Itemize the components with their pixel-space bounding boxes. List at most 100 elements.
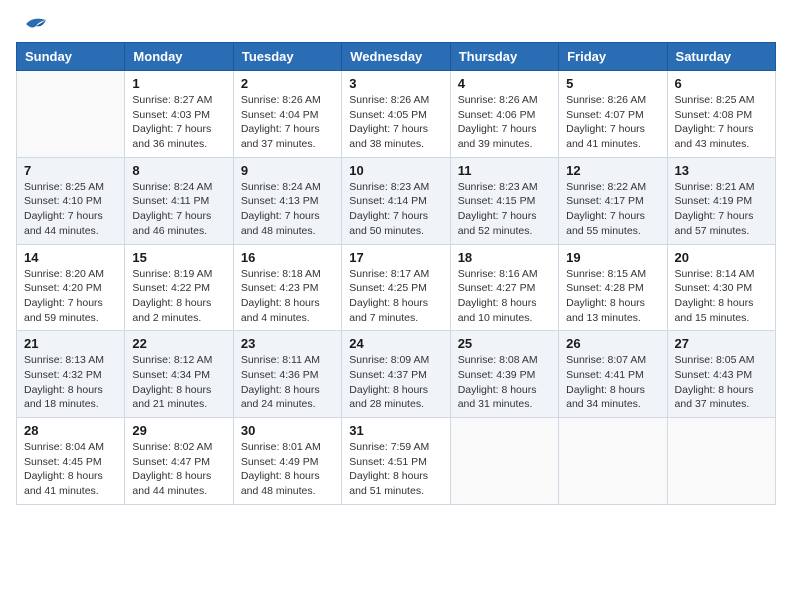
day-number: 5 (566, 76, 659, 91)
calendar-cell: 6 Sunrise: 8:25 AM Sunset: 4:08 PM Daylig… (667, 71, 775, 158)
day-info: Sunrise: 8:25 AM Sunset: 4:10 PM Dayligh… (24, 180, 117, 239)
day-number: 16 (241, 250, 334, 265)
day-number: 11 (458, 163, 551, 178)
calendar-cell: 26 Sunrise: 8:07 AM Sunset: 4:41 PM Dayli… (559, 331, 667, 418)
calendar-cell: 28 Sunrise: 8:04 AM Sunset: 4:45 PM Dayli… (17, 418, 125, 505)
day-info: Sunrise: 8:25 AM Sunset: 4:08 PM Dayligh… (675, 93, 768, 152)
day-info: Sunrise: 8:05 AM Sunset: 4:43 PM Dayligh… (675, 353, 768, 412)
calendar-cell: 14 Sunrise: 8:20 AM Sunset: 4:20 PM Dayli… (17, 244, 125, 331)
day-number: 29 (132, 423, 225, 438)
header-monday: Monday (125, 43, 233, 71)
day-info: Sunrise: 8:11 AM Sunset: 4:36 PM Dayligh… (241, 353, 334, 412)
calendar-cell: 23 Sunrise: 8:11 AM Sunset: 4:36 PM Dayli… (233, 331, 341, 418)
day-info: Sunrise: 8:21 AM Sunset: 4:19 PM Dayligh… (675, 180, 768, 239)
calendar-cell: 31 Sunrise: 7:59 AM Sunset: 4:51 PM Dayli… (342, 418, 450, 505)
calendar-cell (450, 418, 558, 505)
calendar-cell (667, 418, 775, 505)
day-number: 24 (349, 336, 442, 351)
day-number: 12 (566, 163, 659, 178)
day-number: 14 (24, 250, 117, 265)
day-number: 6 (675, 76, 768, 91)
day-info: Sunrise: 8:26 AM Sunset: 4:06 PM Dayligh… (458, 93, 551, 152)
day-info: Sunrise: 8:26 AM Sunset: 4:07 PM Dayligh… (566, 93, 659, 152)
calendar-cell: 29 Sunrise: 8:02 AM Sunset: 4:47 PM Dayli… (125, 418, 233, 505)
header-wednesday: Wednesday (342, 43, 450, 71)
header-tuesday: Tuesday (233, 43, 341, 71)
calendar-cell: 24Sunrise: 8:09 AM Sunset: 4:37 PM Dayli… (342, 331, 450, 418)
day-info: Sunrise: 8:23 AM Sunset: 4:14 PM Dayligh… (349, 180, 442, 239)
week-row-1: 1 Sunrise: 8:27 AM Sunset: 4:03 PM Daylig… (17, 71, 776, 158)
logo (16, 16, 48, 34)
calendar-cell: 21 Sunrise: 8:13 AM Sunset: 4:32 PM Dayli… (17, 331, 125, 418)
calendar-cell: 18 Sunrise: 8:16 AM Sunset: 4:27 PM Dayli… (450, 244, 558, 331)
calendar-cell: 25 Sunrise: 8:08 AM Sunset: 4:39 PM Dayli… (450, 331, 558, 418)
calendar-cell: 8 Sunrise: 8:24 AM Sunset: 4:11 PM Daylig… (125, 157, 233, 244)
calendar-cell: 11Sunrise: 8:23 AM Sunset: 4:15 PM Dayli… (450, 157, 558, 244)
day-number: 3 (349, 76, 442, 91)
day-number: 25 (458, 336, 551, 351)
header-friday: Friday (559, 43, 667, 71)
week-row-5: 28 Sunrise: 8:04 AM Sunset: 4:45 PM Dayli… (17, 418, 776, 505)
day-info: Sunrise: 8:02 AM Sunset: 4:47 PM Dayligh… (132, 440, 225, 499)
day-number: 7 (24, 163, 117, 178)
calendar-cell: 22 Sunrise: 8:12 AM Sunset: 4:34 PM Dayli… (125, 331, 233, 418)
logo-bird-icon (18, 16, 48, 38)
day-number: 8 (132, 163, 225, 178)
day-number: 13 (675, 163, 768, 178)
calendar-cell: 19 Sunrise: 8:15 AM Sunset: 4:28 PM Dayli… (559, 244, 667, 331)
day-number: 30 (241, 423, 334, 438)
calendar-cell: 3 Sunrise: 8:26 AM Sunset: 4:05 PM Daylig… (342, 71, 450, 158)
day-info: Sunrise: 8:26 AM Sunset: 4:05 PM Dayligh… (349, 93, 442, 152)
day-number: 28 (24, 423, 117, 438)
calendar-cell (559, 418, 667, 505)
day-number: 4 (458, 76, 551, 91)
week-row-2: 7 Sunrise: 8:25 AM Sunset: 4:10 PM Daylig… (17, 157, 776, 244)
header-sunday: Sunday (17, 43, 125, 71)
day-info: Sunrise: 8:14 AM Sunset: 4:30 PM Dayligh… (675, 267, 768, 326)
day-info: Sunrise: 8:08 AM Sunset: 4:39 PM Dayligh… (458, 353, 551, 412)
day-info: Sunrise: 8:24 AM Sunset: 4:13 PM Dayligh… (241, 180, 334, 239)
day-info: Sunrise: 8:26 AM Sunset: 4:04 PM Dayligh… (241, 93, 334, 152)
day-number: 27 (675, 336, 768, 351)
day-number: 9 (241, 163, 334, 178)
calendar-cell: 4 Sunrise: 8:26 AM Sunset: 4:06 PM Daylig… (450, 71, 558, 158)
header-thursday: Thursday (450, 43, 558, 71)
calendar-cell: 5 Sunrise: 8:26 AM Sunset: 4:07 PM Daylig… (559, 71, 667, 158)
day-number: 17 (349, 250, 442, 265)
day-number: 1 (132, 76, 225, 91)
calendar-cell: 17 Sunrise: 8:17 AM Sunset: 4:25 PM Dayli… (342, 244, 450, 331)
day-number: 22 (132, 336, 225, 351)
day-info: Sunrise: 8:19 AM Sunset: 4:22 PM Dayligh… (132, 267, 225, 326)
day-info: Sunrise: 7:59 AM Sunset: 4:51 PM Dayligh… (349, 440, 442, 499)
day-number: 19 (566, 250, 659, 265)
day-number: 15 (132, 250, 225, 265)
day-info: Sunrise: 8:27 AM Sunset: 4:03 PM Dayligh… (132, 93, 225, 152)
calendar-cell: 27 Sunrise: 8:05 AM Sunset: 4:43 PM Dayli… (667, 331, 775, 418)
calendar-cell: 9 Sunrise: 8:24 AM Sunset: 4:13 PM Daylig… (233, 157, 341, 244)
day-info: Sunrise: 8:17 AM Sunset: 4:25 PM Dayligh… (349, 267, 442, 326)
day-info: Sunrise: 8:20 AM Sunset: 4:20 PM Dayligh… (24, 267, 117, 326)
day-number: 31 (349, 423, 442, 438)
day-number: 2 (241, 76, 334, 91)
calendar-cell: 12Sunrise: 8:22 AM Sunset: 4:17 PM Dayli… (559, 157, 667, 244)
day-info: Sunrise: 8:13 AM Sunset: 4:32 PM Dayligh… (24, 353, 117, 412)
calendar-cell: 1 Sunrise: 8:27 AM Sunset: 4:03 PM Daylig… (125, 71, 233, 158)
day-number: 18 (458, 250, 551, 265)
day-info: Sunrise: 8:07 AM Sunset: 4:41 PM Dayligh… (566, 353, 659, 412)
header-saturday: Saturday (667, 43, 775, 71)
day-info: Sunrise: 8:04 AM Sunset: 4:45 PM Dayligh… (24, 440, 117, 499)
calendar-cell: 2 Sunrise: 8:26 AM Sunset: 4:04 PM Daylig… (233, 71, 341, 158)
day-number: 23 (241, 336, 334, 351)
calendar-cell: 30Sunrise: 8:01 AM Sunset: 4:49 PM Dayli… (233, 418, 341, 505)
day-info: Sunrise: 8:12 AM Sunset: 4:34 PM Dayligh… (132, 353, 225, 412)
week-row-3: 14 Sunrise: 8:20 AM Sunset: 4:20 PM Dayli… (17, 244, 776, 331)
day-number: 21 (24, 336, 117, 351)
day-number: 10 (349, 163, 442, 178)
page-header (16, 16, 776, 34)
calendar-header-row: SundayMondayTuesdayWednesdayThursdayFrid… (17, 43, 776, 71)
day-number: 26 (566, 336, 659, 351)
day-info: Sunrise: 8:15 AM Sunset: 4:28 PM Dayligh… (566, 267, 659, 326)
day-info: Sunrise: 8:16 AM Sunset: 4:27 PM Dayligh… (458, 267, 551, 326)
day-number: 20 (675, 250, 768, 265)
day-info: Sunrise: 8:24 AM Sunset: 4:11 PM Dayligh… (132, 180, 225, 239)
